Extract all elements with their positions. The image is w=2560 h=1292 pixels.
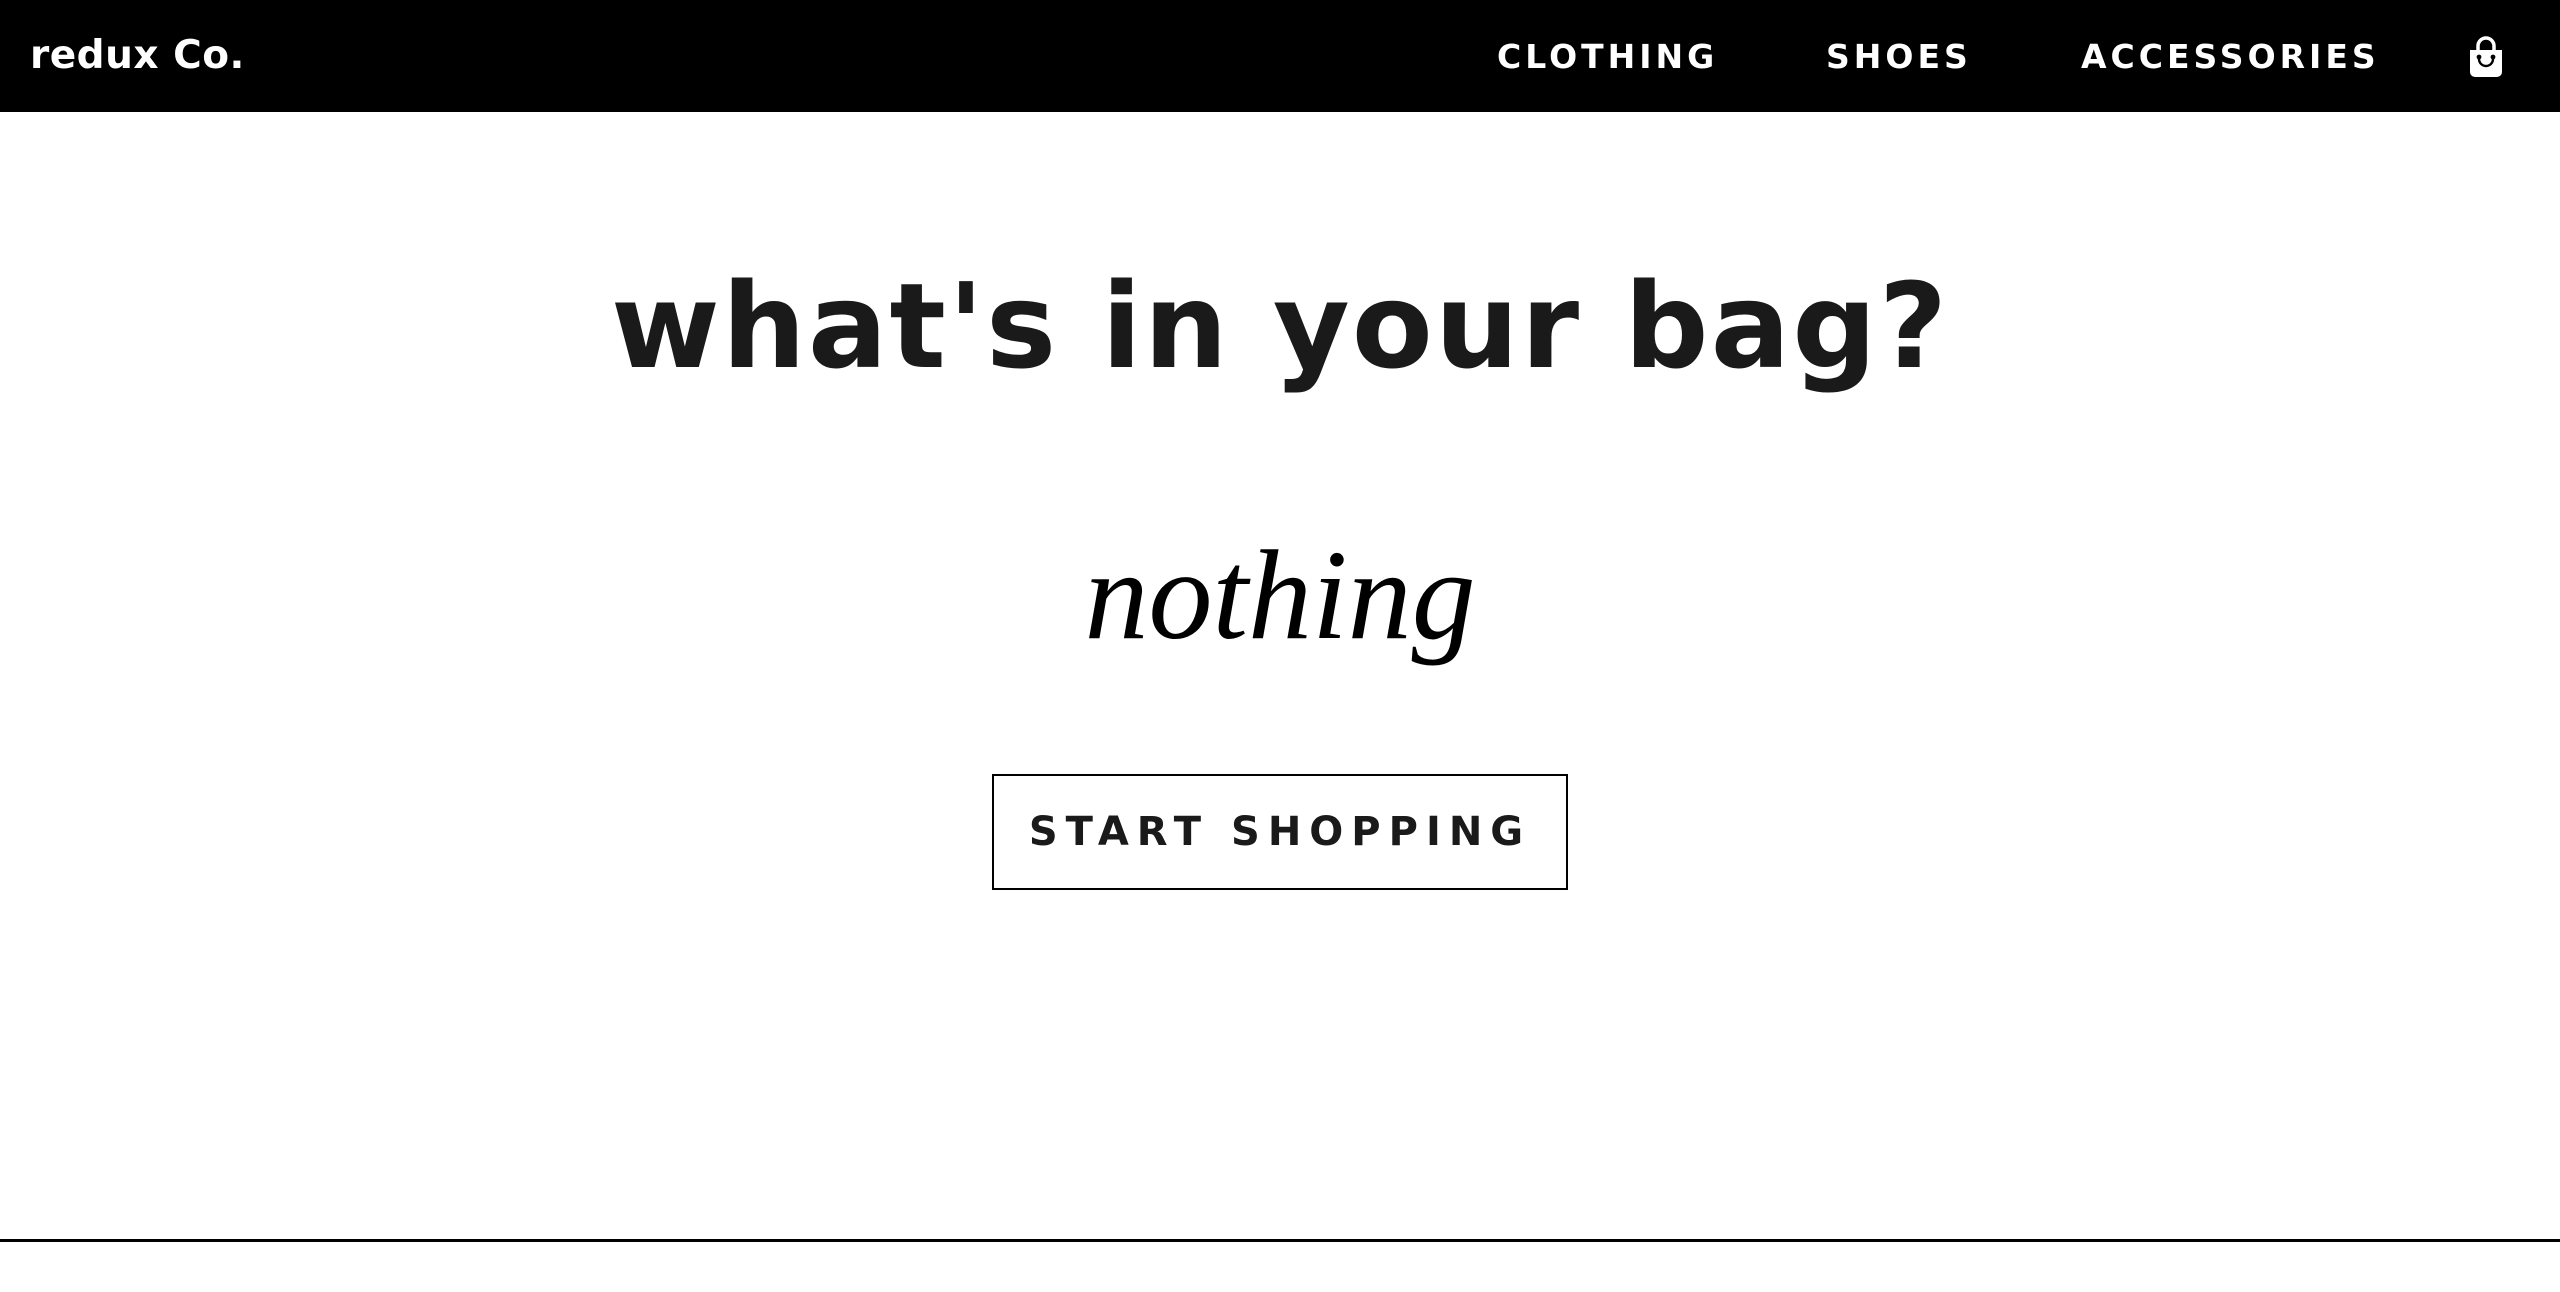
nav-link-clothing[interactable]: CLOTHING — [1497, 0, 1718, 112]
shopping-bag-button[interactable] — [2466, 36, 2506, 78]
top-navigation-bar: redux Co. CLOTHING SHOES ACCESSORIES — [0, 0, 2560, 112]
empty-bag-message: nothing — [1084, 524, 1476, 666]
nav-link-accessories[interactable]: ACCESSORIES — [2081, 0, 2380, 112]
footer-divider — [0, 1239, 2560, 1242]
nav-link-shoes[interactable]: SHOES — [1826, 0, 1972, 112]
shopping-bag-icon — [2470, 36, 2502, 77]
start-shopping-button[interactable]: START SHOPPING — [992, 774, 1568, 890]
main-navigation: CLOTHING SHOES ACCESSORIES — [0, 0, 2560, 112]
page-title: what's in your bag? — [610, 257, 1950, 396]
